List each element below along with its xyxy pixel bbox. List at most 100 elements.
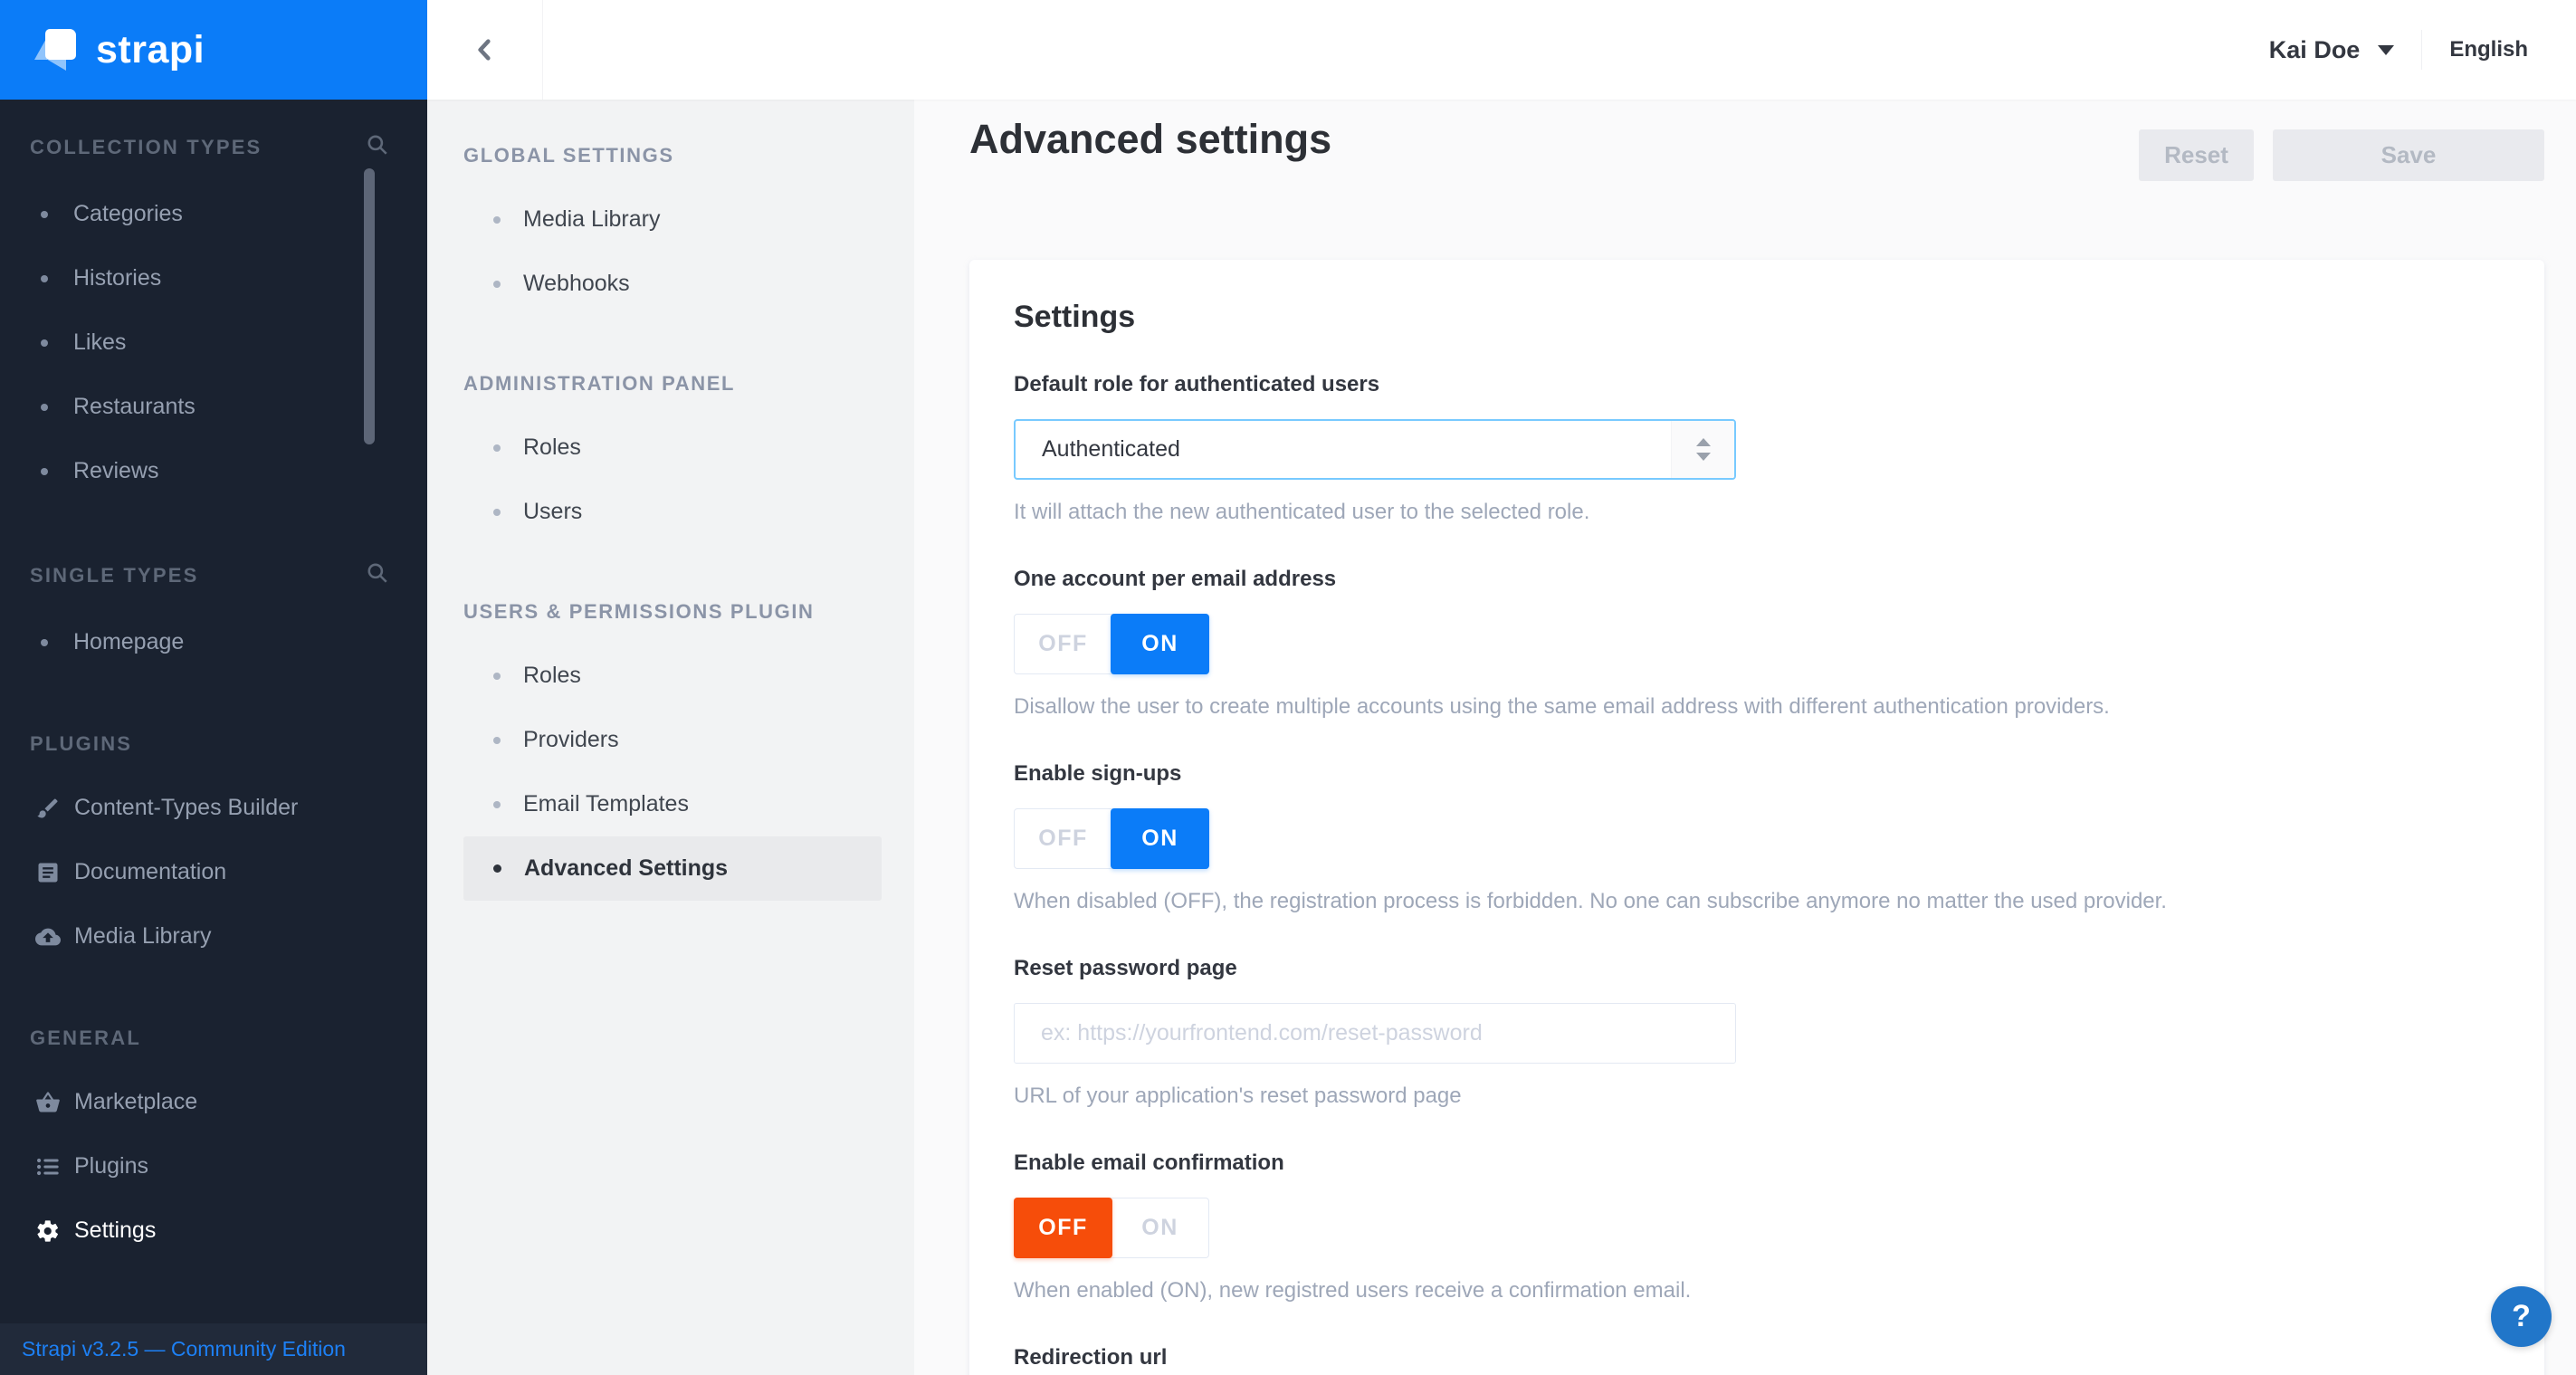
field-enable-email-confirmation: Enable email confirmation OFF ON When en…: [1014, 1150, 1736, 1303]
subnav-section-users-permissions: USERS & PERMISSIONS PLUGIN: [463, 600, 815, 623]
field-label: Default role for authenticated users: [1014, 372, 1380, 396]
subnav-item-media-library[interactable]: Media Library: [463, 187, 882, 252]
sidebar-item-homepage[interactable]: Homepage: [0, 610, 427, 674]
field-redirection-url: Redirection url: [1014, 1344, 1736, 1371]
bullet-icon: [41, 403, 48, 411]
field-label: Reset password page: [1014, 956, 1237, 980]
main-content: Advanced settings Reset Save Settings De…: [914, 100, 2576, 1375]
user-area: Kai Doe English: [2269, 0, 2528, 100]
sidebar-item-marketplace[interactable]: Marketplace: [0, 1070, 427, 1134]
toggle-off-option[interactable]: OFF: [1015, 809, 1111, 868]
one-account-toggle[interactable]: OFF ON: [1014, 614, 1209, 674]
toggle-on-option[interactable]: ON: [1111, 1198, 1208, 1257]
back-button[interactable]: [427, 0, 543, 100]
bullet-icon: [41, 210, 48, 218]
arrow-down-icon: [1695, 453, 1711, 461]
section-general: GENERAL: [0, 1026, 427, 1050]
field-label: Enable sign-ups: [1014, 761, 1182, 786]
select-stepper-icon[interactable]: [1671, 421, 1734, 478]
sidebar-scrollbar[interactable]: [364, 168, 375, 444]
field-label: Enable email confirmation: [1014, 1151, 1284, 1175]
field-enable-sign-ups: Enable sign-ups OFF ON When disabled (OF…: [1014, 760, 2167, 914]
sidebar-item-documentation[interactable]: Documentation: [0, 840, 427, 904]
bullet-icon: [41, 467, 48, 475]
general-list: Marketplace Plugins Settings: [0, 1070, 427, 1263]
field-helper: URL of your application's reset password…: [1014, 1084, 1462, 1108]
default-role-select[interactable]: Authenticated: [1014, 419, 1736, 480]
users-permissions-list: Roles Providers Email Templates Advanced…: [427, 644, 914, 901]
field-label: One account per email address: [1014, 567, 1337, 591]
sidebar-item-settings[interactable]: Settings: [0, 1198, 427, 1263]
subnav-item-providers[interactable]: Providers: [463, 708, 882, 772]
bullet-icon: [41, 638, 48, 646]
subnav-item-advanced-settings[interactable]: Advanced Settings: [463, 836, 882, 901]
email-confirmation-toggle[interactable]: OFF ON: [1014, 1198, 1209, 1258]
help-button[interactable]: ?: [2491, 1286, 2552, 1347]
reset-password-page-input[interactable]: [1014, 1003, 1736, 1064]
section-title: SINGLE TYPES: [30, 564, 199, 587]
sidebar-item-reviews[interactable]: Reviews: [0, 439, 427, 503]
subnav-item-admin-roles[interactable]: Roles: [463, 415, 882, 480]
book-icon: [34, 859, 62, 886]
subnav-item-email-templates[interactable]: Email Templates: [463, 772, 882, 836]
section-plugins: PLUGINS: [0, 732, 427, 756]
panel-heading: Settings: [1014, 300, 1136, 334]
enable-sign-ups-toggle[interactable]: OFF ON: [1014, 808, 1209, 869]
field-reset-password-page: Reset password page URL of your applicat…: [1014, 955, 1736, 1109]
bullet-icon: [41, 274, 48, 282]
select-value: Authenticated: [1042, 436, 1180, 462]
search-icon[interactable]: [366, 561, 389, 590]
sidebar-item-content-types-builder[interactable]: Content-Types Builder: [0, 776, 427, 840]
brand-name: strapi: [96, 27, 205, 72]
subnav-item-admin-users[interactable]: Users: [463, 480, 882, 544]
toggle-on-option[interactable]: ON: [1111, 808, 1209, 869]
subnav-section-global-settings: GLOBAL SETTINGS: [463, 144, 674, 167]
header-divider: [2421, 30, 2423, 70]
bullet-icon: [493, 215, 501, 224]
settings-subnav: GLOBAL SETTINGS Media Library Webhooks A…: [427, 100, 914, 1375]
subnav-item-up-roles[interactable]: Roles: [463, 644, 882, 708]
section-title: GENERAL: [30, 1026, 141, 1049]
reset-button[interactable]: Reset: [2139, 129, 2254, 181]
field-helper: Disallow the user to create multiple acc…: [1014, 694, 2110, 719]
bullet-icon: [493, 508, 501, 516]
toggle-off-option[interactable]: OFF: [1015, 615, 1111, 673]
field-helper: When enabled (ON), new registred users r…: [1014, 1278, 1692, 1303]
page-title: Advanced settings: [969, 116, 1332, 162]
sidebar-item-media-library[interactable]: Media Library: [0, 904, 427, 969]
cloud-upload-icon: [34, 923, 62, 950]
gear-icon: [34, 1217, 62, 1245]
subnav-item-webhooks[interactable]: Webhooks: [463, 252, 882, 316]
subnav-section-administration-panel: ADMINISTRATION PANEL: [463, 372, 736, 395]
strapi-logo[interactable]: strapi: [0, 0, 427, 100]
version-link[interactable]: Strapi v3.2.5 — Community Edition: [22, 1337, 346, 1361]
bullet-icon: [493, 864, 501, 873]
user-menu[interactable]: Kai Doe: [2269, 36, 2361, 64]
save-button[interactable]: Save: [2273, 129, 2544, 181]
field-helper: When disabled (OFF), the registration pr…: [1014, 889, 2167, 913]
basket-icon: [34, 1089, 62, 1116]
bullet-icon: [493, 444, 501, 452]
administration-panel-list: Roles Users: [427, 415, 914, 544]
bullet-icon: [41, 339, 48, 347]
chevron-left-icon: [477, 39, 491, 61]
arrow-up-icon: [1695, 438, 1711, 446]
strapi-logo-icon: [34, 29, 76, 71]
caret-down-icon[interactable]: [2378, 44, 2395, 55]
field-default-role: Default role for authenticated users Aut…: [1014, 371, 1736, 525]
bullet-icon: [493, 736, 501, 744]
language-selector[interactable]: English: [2449, 37, 2528, 62]
toggle-off-option[interactable]: OFF: [1014, 1198, 1112, 1258]
search-icon[interactable]: [366, 133, 389, 162]
section-collection-types: COLLECTION TYPES: [0, 133, 427, 162]
section-title: COLLECTION TYPES: [30, 136, 262, 158]
field-label: Redirection url: [1014, 1345, 1168, 1370]
sidebar-item-plugins[interactable]: Plugins: [0, 1134, 427, 1198]
page-actions: Reset Save: [2139, 129, 2544, 181]
section-title: PLUGINS: [30, 732, 133, 755]
toggle-on-option[interactable]: ON: [1111, 614, 1209, 674]
field-one-account-per-email: One account per email address OFF ON Dis…: [1014, 566, 2110, 720]
sidebar-footer: Strapi v3.2.5 — Community Edition: [0, 1323, 427, 1375]
paintbrush-icon: [34, 795, 62, 822]
plugins-list: Content-Types Builder Documentation Medi…: [0, 776, 427, 969]
